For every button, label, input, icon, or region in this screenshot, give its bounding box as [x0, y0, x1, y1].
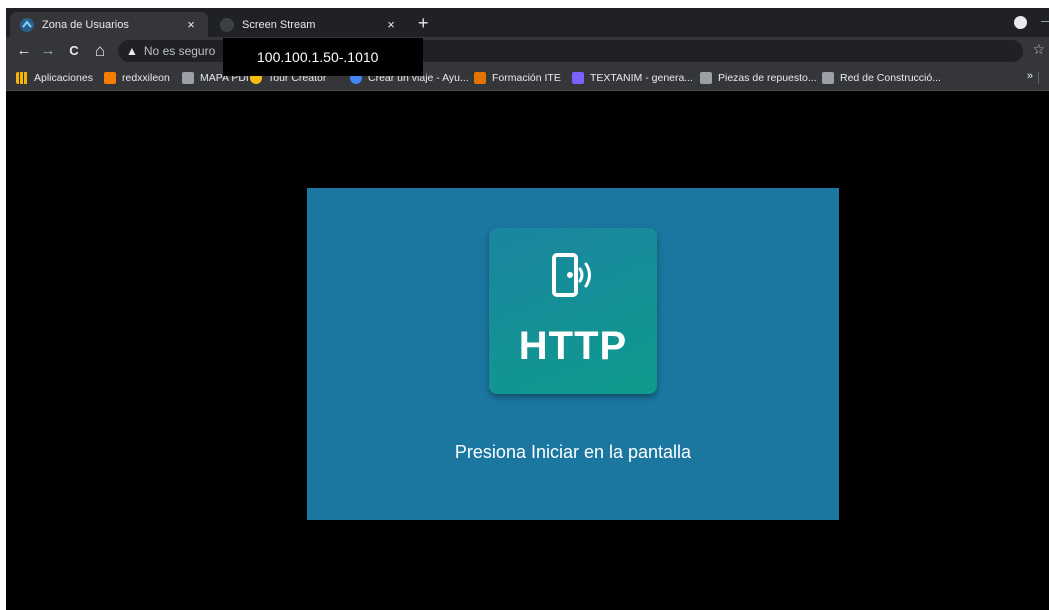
bookmark-formacion-ite[interactable]: Formación ITE [474, 70, 561, 86]
tab-zona-de-usuarios[interactable]: Zona de Usuarios × [10, 12, 208, 37]
bookmarks-bar: Aplicaciones redxxileon MAPA PDI Tour Cr… [6, 65, 1049, 91]
toolbar: ← → C ⌂ ▲ No es seguro ☆ [6, 37, 1049, 65]
textanim-icon [572, 72, 584, 84]
bookmark-label: Piezas de repuesto... [718, 72, 817, 84]
stream-placeholder-card: HTTP Presiona Iniciar en la pantalla [307, 188, 839, 520]
minimize-icon[interactable] [1041, 21, 1049, 22]
bookmark-piezas-repuesto[interactable]: Piezas de repuesto... [700, 70, 817, 86]
phone-broadcast-icon [552, 253, 591, 297]
blogger-icon [104, 72, 116, 84]
forward-button[interactable]: → [38, 41, 58, 61]
map-icon [182, 72, 194, 84]
bookmark-textanim[interactable]: TEXTANIM - genera... [572, 70, 693, 86]
url-tooltip: 100.100.1.50-.1010 [223, 38, 423, 76]
back-button[interactable]: ← [14, 41, 34, 61]
logo-text: HTTP [518, 324, 628, 368]
tab-screen-stream[interactable]: Screen Stream × [210, 12, 408, 37]
new-tab-button[interactable]: + [418, 14, 429, 32]
security-label: No es seguro [143, 44, 216, 58]
reload-button[interactable]: C [64, 41, 84, 61]
bookmark-label: TEXTANIM - genera... [590, 72, 694, 84]
profile-icon[interactable] [1014, 16, 1027, 29]
tab-close-icon[interactable]: × [384, 17, 398, 32]
site-logo-icon [20, 17, 34, 32]
bookmark-label: Formación ITE [492, 72, 561, 84]
divider [1038, 72, 1039, 84]
bookmark-aplicaciones[interactable]: Aplicaciones [16, 70, 93, 86]
tab-title: Screen Stream [242, 18, 316, 31]
network-icon [822, 72, 834, 84]
parts-icon [700, 72, 712, 84]
browser-window: Zona de Usuarios × Screen Stream × + ← →… [6, 8, 1049, 610]
bookmark-redxxileon[interactable]: redxxileon [104, 70, 170, 86]
tooltip-url: 100.100.1.50-.1010 [257, 49, 379, 65]
bookmark-star-icon[interactable]: ☆ [1032, 41, 1045, 58]
apps-icon [16, 72, 28, 84]
warning-icon: ▲ [126, 44, 138, 58]
more-bookmarks-button[interactable]: » [1027, 70, 1033, 82]
bookmark-label: Aplicaciones [34, 72, 93, 84]
tab-title: Zona de Usuarios [42, 18, 129, 31]
tab-strip: Zona de Usuarios × Screen Stream × + [6, 8, 1049, 37]
chart-icon [474, 72, 486, 84]
instruction-text: Presiona Iniciar en la pantalla [454, 442, 692, 462]
screen-stream-icon [220, 17, 234, 32]
bookmark-label: redxxileon [122, 72, 170, 84]
bookmark-red-construccion[interactable]: Red de Construcció... [822, 70, 941, 86]
home-button[interactable]: ⌂ [90, 41, 110, 61]
http-app-logo: HTTP [489, 228, 657, 394]
bookmark-label: Red de Construcció... [840, 72, 941, 84]
tab-close-icon[interactable]: × [184, 17, 198, 32]
